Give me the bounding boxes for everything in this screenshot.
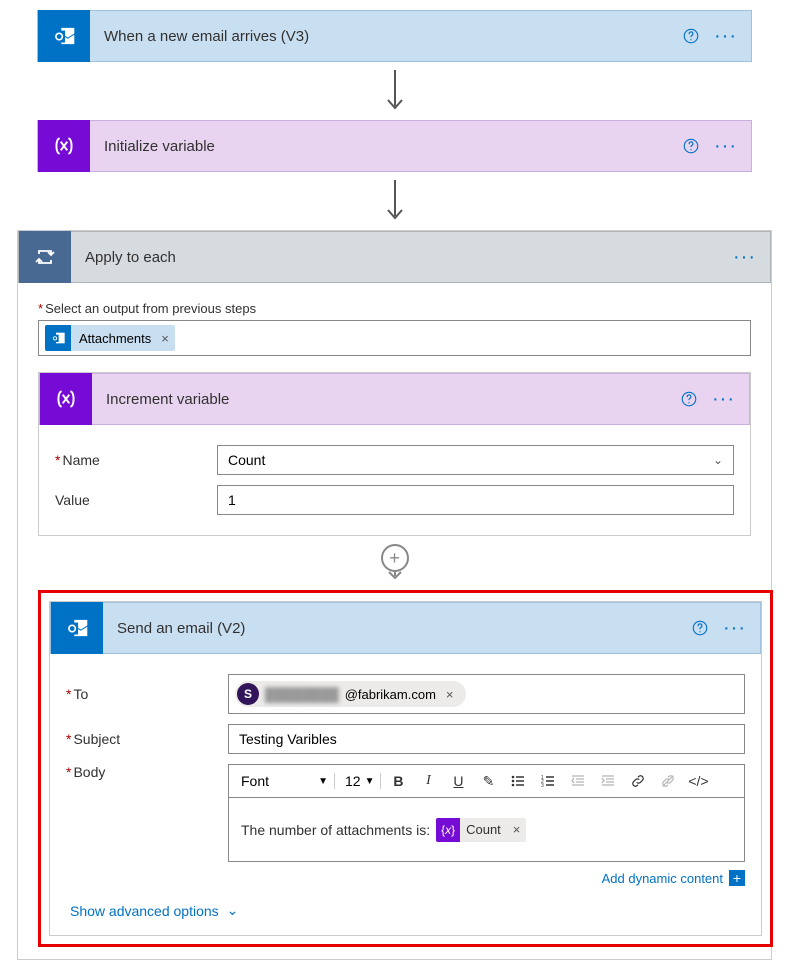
italic-button[interactable]: I: [415, 769, 441, 793]
more-menu-icon[interactable]: ···: [723, 618, 746, 638]
subject-input[interactable]: Testing Varibles: [228, 724, 745, 754]
to-input[interactable]: S ████████ @fabrikam.com ×: [228, 674, 745, 714]
increment-variable-header[interactable]: Increment variable ···: [39, 373, 750, 425]
value-label: Value: [55, 492, 205, 508]
help-icon[interactable]: [691, 619, 709, 637]
select-output-input[interactable]: Attachments ×: [38, 320, 751, 356]
outlook-icon: [38, 10, 90, 62]
step-send-email: Send an email (V2) ··· *To S ██: [49, 601, 762, 936]
avatar: S: [237, 683, 259, 705]
outlook-icon: [45, 325, 71, 351]
add-step-connector: +: [38, 536, 751, 582]
outdent-button[interactable]: [565, 769, 591, 793]
step-increment-variable: Increment variable ··· *Name Count ⌄: [38, 372, 751, 536]
loop-icon: [19, 231, 71, 283]
remove-recipient-icon[interactable]: ×: [442, 687, 458, 702]
show-advanced-options-button[interactable]: Show advanced options ⌄: [70, 902, 745, 919]
body-editor[interactable]: The number of attachments is: {x} Count …: [228, 798, 745, 862]
number-list-button[interactable]: 123: [535, 769, 561, 793]
flow-arrow: [10, 62, 779, 120]
svg-text:3: 3: [541, 783, 544, 789]
step-title: When a new email arrives (V3): [90, 28, 682, 45]
send-email-header[interactable]: Send an email (V2) ···: [50, 602, 761, 654]
select-output-label: *Select an output from previous steps: [38, 301, 751, 316]
value-input[interactable]: 1: [217, 485, 734, 515]
token-label: Attachments: [71, 331, 159, 346]
bullet-list-button[interactable]: [505, 769, 531, 793]
help-icon[interactable]: [680, 390, 698, 408]
editor-toolbar: Font ▼ 12 ▼ B I U ✎ 123: [228, 764, 745, 798]
add-dynamic-content-button[interactable]: Add dynamic content +: [602, 870, 745, 886]
add-step-button[interactable]: +: [381, 544, 409, 572]
to-label: *To: [66, 686, 216, 702]
outlook-icon: [51, 602, 103, 654]
variable-icon: {x}: [436, 818, 460, 842]
step-initialize-variable[interactable]: Initialize variable ···: [37, 120, 752, 172]
more-menu-icon[interactable]: ···: [733, 247, 756, 267]
font-size-select[interactable]: 12 ▼: [339, 773, 381, 789]
body-label: *Body: [66, 764, 216, 780]
chevron-down-icon: ⌄: [227, 902, 239, 919]
apply-to-each-container: Apply to each ··· *Select an output from…: [17, 230, 772, 960]
name-label: *Name: [55, 452, 205, 468]
more-menu-icon[interactable]: ···: [712, 389, 735, 409]
unlink-button[interactable]: [655, 769, 681, 793]
attachments-token[interactable]: Attachments ×: [45, 325, 175, 351]
recipient-name-redacted: ████████: [265, 687, 339, 702]
indent-button[interactable]: [595, 769, 621, 793]
step-title: Send an email (V2): [103, 620, 691, 637]
step-email-trigger[interactable]: When a new email arrives (V3) ···: [37, 10, 752, 62]
font-family-select[interactable]: Font ▼: [235, 773, 335, 789]
code-view-button[interactable]: </>: [685, 769, 711, 793]
chevron-down-icon: ⌄: [713, 453, 723, 467]
underline-button[interactable]: U: [445, 769, 471, 793]
token-label: Count: [460, 822, 507, 837]
body-text: The number of attachments is:: [241, 822, 430, 838]
help-icon[interactable]: [682, 27, 700, 45]
link-button[interactable]: [625, 769, 651, 793]
more-menu-icon[interactable]: ···: [714, 26, 737, 46]
count-variable-token[interactable]: {x} Count ×: [436, 818, 526, 842]
more-menu-icon[interactable]: ···: [714, 136, 737, 156]
remove-token-icon[interactable]: ×: [159, 331, 175, 346]
help-icon[interactable]: [682, 137, 700, 155]
remove-token-icon[interactable]: ×: [507, 822, 527, 837]
subject-label: *Subject: [66, 731, 216, 747]
step-apply-to-each-header[interactable]: Apply to each ···: [18, 231, 771, 283]
step-title: Increment variable: [92, 391, 680, 408]
recipient-chip[interactable]: S ████████ @fabrikam.com ×: [235, 681, 466, 707]
recipient-domain: @fabrikam.com: [345, 687, 436, 702]
variable-icon: [38, 120, 90, 172]
bold-button[interactable]: B: [385, 769, 411, 793]
flow-arrow: [10, 172, 779, 230]
plus-icon: +: [729, 870, 745, 886]
highlight-box: Send an email (V2) ··· *To S ██: [38, 590, 773, 947]
variable-icon: [40, 373, 92, 425]
step-title: Initialize variable: [90, 138, 682, 155]
step-title: Apply to each: [71, 249, 733, 266]
name-select[interactable]: Count ⌄: [217, 445, 734, 475]
font-color-button[interactable]: ✎: [475, 769, 501, 793]
